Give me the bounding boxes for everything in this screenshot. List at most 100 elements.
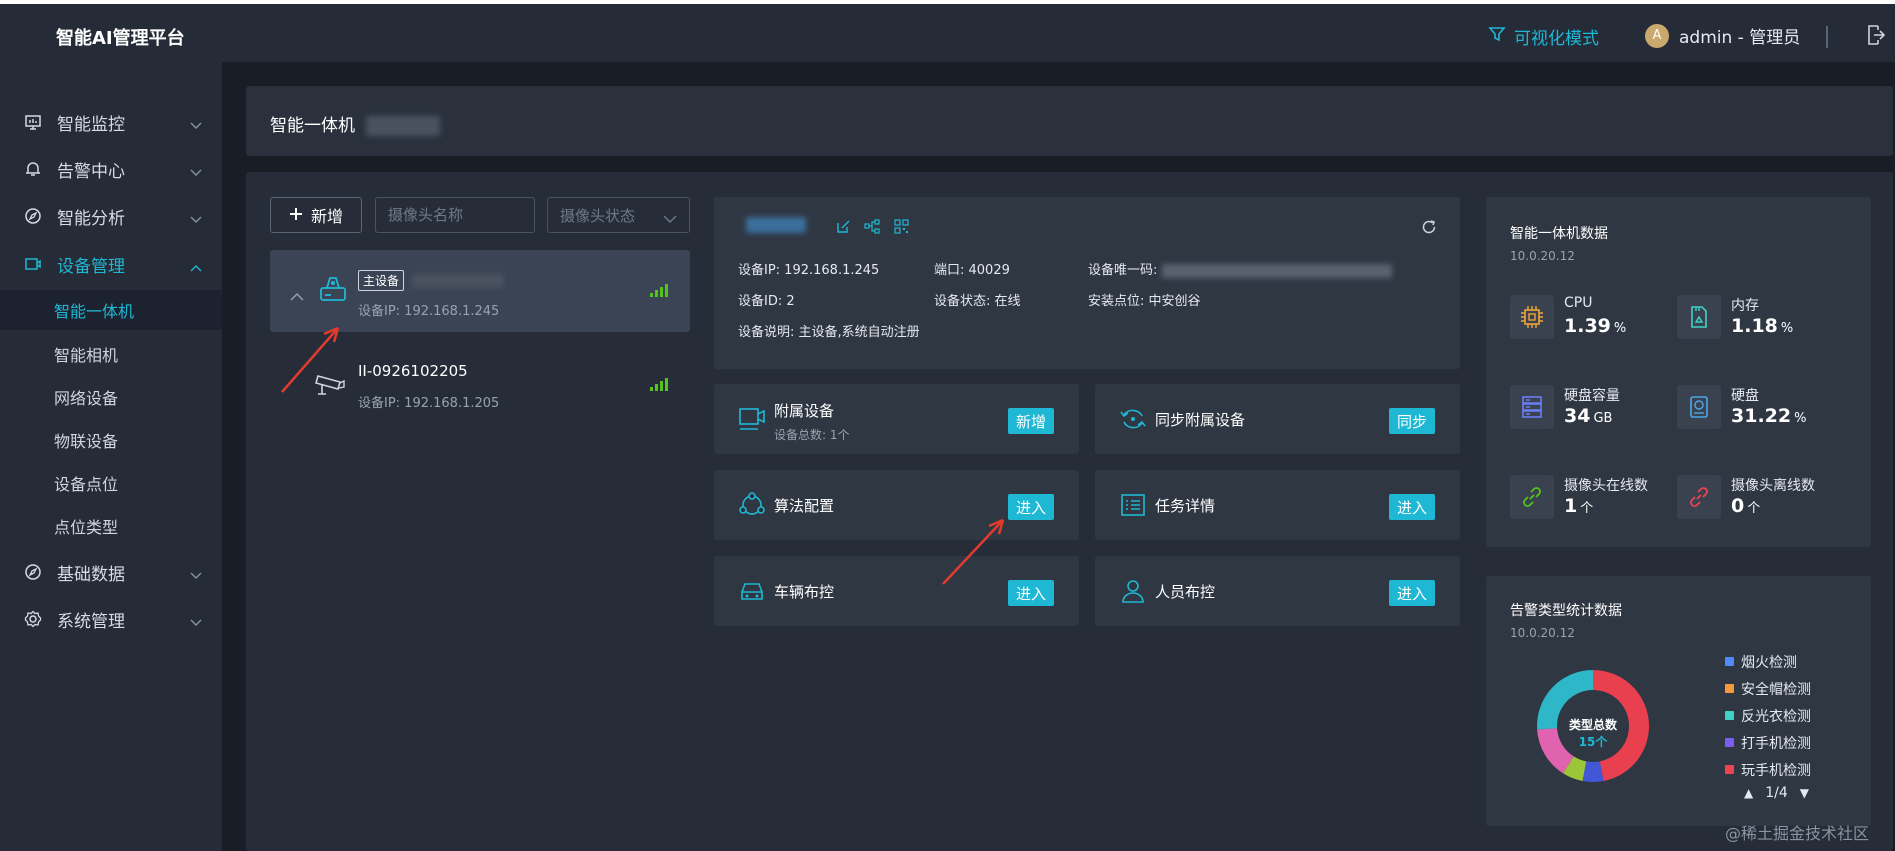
divider (1826, 26, 1828, 48)
legend-pager: ▲ 1/4 ▼ (1744, 785, 1809, 801)
camera-name-input[interactable] (375, 197, 535, 233)
legend-swatch (1725, 684, 1734, 693)
gear-icon (24, 610, 42, 628)
metric-number: 1.39 (1564, 315, 1611, 337)
car-icon (738, 578, 766, 608)
cpu-icon (1510, 295, 1554, 339)
chevron-down-icon (190, 612, 202, 632)
legend-item[interactable]: 安全帽检测 (1725, 675, 1811, 702)
sync-button[interactable]: 同步 (1389, 408, 1436, 434)
chevron-up-icon[interactable] (290, 286, 304, 305)
enter-task-details-button[interactable]: 进入 (1389, 494, 1436, 520)
sidebar-item-label: 设备管理 (57, 256, 125, 277)
avatar: A (1645, 23, 1669, 48)
sidebar-subitem-ai-box[interactable]: 智能一体机 (0, 290, 222, 330)
visualization-mode-button[interactable]: 可视化模式 (1488, 24, 1599, 49)
broken-link-icon (1677, 475, 1721, 519)
app-title: 智能AI管理平台 (56, 28, 185, 49)
user-menu[interactable]: A admin - 管理员 (1645, 23, 1800, 48)
camera-status-select[interactable]: 摄像头状态 (547, 197, 690, 233)
monitor-icon (24, 113, 42, 131)
device-icon (738, 406, 766, 436)
camera-status-placeholder: 摄像头状态 (560, 206, 636, 225)
legend-item[interactable]: 反光衣检测 (1725, 702, 1811, 729)
enter-algorithm-config-button[interactable]: 进入 (1008, 494, 1055, 520)
qr-code-icon[interactable] (894, 219, 909, 238)
camera-icon (314, 372, 346, 402)
chevron-down-icon (190, 209, 202, 229)
sidebar-subitem-iot-device[interactable]: 物联设备 (0, 420, 222, 460)
device-list-item[interactable]: 主设备 设备IP: 192.168.1.245 (270, 250, 690, 332)
legend-item[interactable]: 玩手机检测 (1725, 756, 1811, 783)
sidebar: 智能监控 告警中心 智能分析 设备管理 智能一体机 智能相机 网络设备 物联设备… (0, 62, 222, 851)
device-ip: 设备IP: 192.168.1.245 (358, 304, 500, 319)
metric-number: 1.18 (1731, 315, 1778, 337)
sidebar-item-system[interactable]: 系统管理 (0, 597, 222, 641)
page-title: 智能一体机 (270, 111, 441, 136)
legend-swatch (1725, 711, 1734, 720)
device-port-info: 端口: 40029 (934, 263, 1010, 278)
add-camera-button[interactable]: 新增 (270, 197, 362, 233)
page-title-text: 智能一体机 (270, 116, 355, 136)
topology-icon[interactable] (864, 219, 880, 238)
device-uid-label: 设备唯一码: (1088, 263, 1158, 278)
network-nodes-icon (738, 492, 766, 522)
legend-label: 打手机检测 (1741, 735, 1811, 752)
sidebar-item-analysis[interactable]: 智能分析 (0, 194, 222, 238)
bell-icon (24, 160, 42, 178)
legend-swatch (1725, 765, 1734, 774)
metric-unit: % (1794, 411, 1807, 426)
signal-strength-icon (650, 284, 668, 297)
device-list-item[interactable]: II-0926102205 设备IP: 192.168.1.205 (270, 342, 690, 424)
add-camera-label: 新增 (310, 207, 343, 226)
person-icon (1119, 578, 1147, 608)
sidebar-subitem-location-type[interactable]: 点位类型 (0, 506, 222, 546)
chevron-down-icon (190, 115, 202, 135)
sidebar-subitem-smart-camera[interactable]: 智能相机 (0, 334, 222, 374)
ai-box-icon (318, 274, 348, 308)
enter-person-control-button[interactable]: 进入 (1389, 580, 1436, 606)
tile-label: 任务详情 (1155, 497, 1216, 515)
sidebar-item-base-data[interactable]: 基础数据 (0, 550, 222, 594)
sidebar-subitem-network-device[interactable]: 网络设备 (0, 377, 222, 417)
metric-number: 34 (1564, 405, 1591, 427)
pager-text: 1/4 (1765, 785, 1788, 801)
device-icon (24, 255, 42, 273)
chevron-down-icon (663, 210, 677, 228)
link-icon (1510, 475, 1554, 519)
watermark-text: @稀土掘金技术社区 (1725, 824, 1870, 843)
legend-swatch (1725, 738, 1734, 747)
sidebar-item-device-management[interactable]: 设备管理 (0, 242, 222, 286)
enter-vehicle-control-button[interactable]: 进入 (1008, 580, 1055, 606)
metric-unit: % (1613, 321, 1627, 336)
device-ip-info: 设备IP: 192.168.1.245 (738, 263, 880, 278)
donut-center: 类型总数 15个 (1538, 716, 1648, 750)
legend-item[interactable]: 打手机检测 (1725, 729, 1811, 756)
sidebar-item-label: 智能分析 (57, 208, 125, 229)
device-location-info: 安装点位: 中安创谷 (1088, 294, 1201, 309)
visualization-mode-label: 可视化模式 (1514, 29, 1599, 49)
sidebar-item-monitoring[interactable]: 智能监控 (0, 100, 222, 144)
box-stats-card: 智能一体机数据 10.0.20.12 CPU 1.39% 内存 1.18% 硬盘… (1486, 197, 1871, 547)
sidebar-subitem-device-location[interactable]: 设备点位 (0, 463, 222, 503)
donut-center-label: 类型总数 (1568, 718, 1617, 732)
device-name: II-0926102205 (358, 362, 468, 380)
pager-prev-icon[interactable]: ▲ (1744, 786, 1753, 800)
stats-title: 智能一体机数据 (1510, 226, 1608, 242)
pager-next-icon[interactable]: ▼ (1800, 786, 1809, 800)
device-title: 主设备 (358, 270, 505, 291)
sidebar-item-alerts[interactable]: 告警中心 (0, 147, 222, 191)
chevron-up-icon (190, 257, 202, 277)
logout-icon[interactable] (1866, 24, 1886, 50)
disk-icon (1677, 385, 1721, 429)
edit-icon[interactable] (836, 219, 851, 238)
redacted-text (746, 217, 806, 233)
legend-item[interactable]: 烟火检测 (1725, 648, 1811, 675)
tile-sub-devices: 附属设备 设备总数: 1个 新增 (714, 384, 1079, 454)
tile-label: 人员布控 (1155, 583, 1216, 601)
compass-icon (24, 563, 42, 581)
redacted-text (412, 273, 505, 288)
refresh-icon[interactable] (1421, 219, 1437, 239)
add-sub-device-button[interactable]: 新增 (1008, 408, 1055, 434)
redacted-text (1161, 263, 1392, 278)
